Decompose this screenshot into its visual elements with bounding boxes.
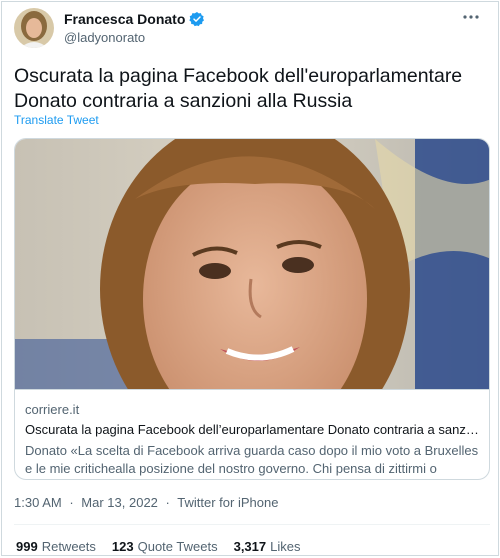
retweets-stat[interactable]: 999 Retweets: [16, 539, 96, 554]
likes-label: Likes: [270, 539, 301, 554]
translate-tweet-link[interactable]: Translate Tweet: [14, 113, 99, 127]
card-description: Donato «La scelta di Facebook arriva gua…: [25, 443, 479, 476]
quote-tweets-count: 123: [111, 539, 134, 554]
separator: ·: [165, 495, 170, 510]
link-card[interactable]: corriere.it Oscurata la pagina Facebook …: [14, 138, 490, 480]
card-meta: corriere.it Oscurata la pagina Facebook …: [15, 389, 489, 479]
separator: ·: [69, 495, 74, 510]
user-handle[interactable]: @ladyonorato: [64, 30, 145, 45]
user-name[interactable]: Francesca Donato: [64, 11, 185, 27]
retweets-count: 999: [16, 539, 38, 554]
verified-badge-icon: [189, 11, 205, 27]
retweets-label: Retweets: [41, 539, 96, 554]
likes-stat[interactable]: 3,317 Likes: [234, 539, 301, 554]
tweet: Francesca Donato @ladyonorato Oscurata l…: [1, 1, 499, 556]
avatar-image: [14, 8, 54, 48]
card-domain: corriere.it: [25, 402, 80, 417]
tweet-stats: 999 Retweets 123 Quote Tweets 3,317 Likes: [16, 539, 317, 554]
tweet-source[interactable]: Twitter for iPhone: [177, 495, 278, 510]
likes-count: 3,317: [233, 539, 267, 554]
tweet-date[interactable]: Mar 13, 2022: [81, 495, 158, 510]
quote-tweets-stat[interactable]: 123 Quote Tweets: [112, 539, 218, 554]
avatar[interactable]: [14, 8, 54, 48]
quote-tweets-label: Quote Tweets: [137, 539, 218, 554]
tweet-text: Oscurata la pagina Facebook dell'europar…: [14, 65, 463, 112]
divider: [14, 524, 490, 525]
tweet-time[interactable]: 1:30 AM: [14, 495, 62, 510]
name-row: Francesca Donato: [64, 11, 205, 27]
card-image: [15, 139, 489, 389]
tweet-timestamp: 1:30 AM · Mar 13, 2022 · Twitter for iPh…: [14, 495, 278, 510]
card-title: Oscurata la pagina Facebook dell’europar…: [25, 422, 481, 437]
more-options-icon[interactable]: [462, 8, 480, 31]
